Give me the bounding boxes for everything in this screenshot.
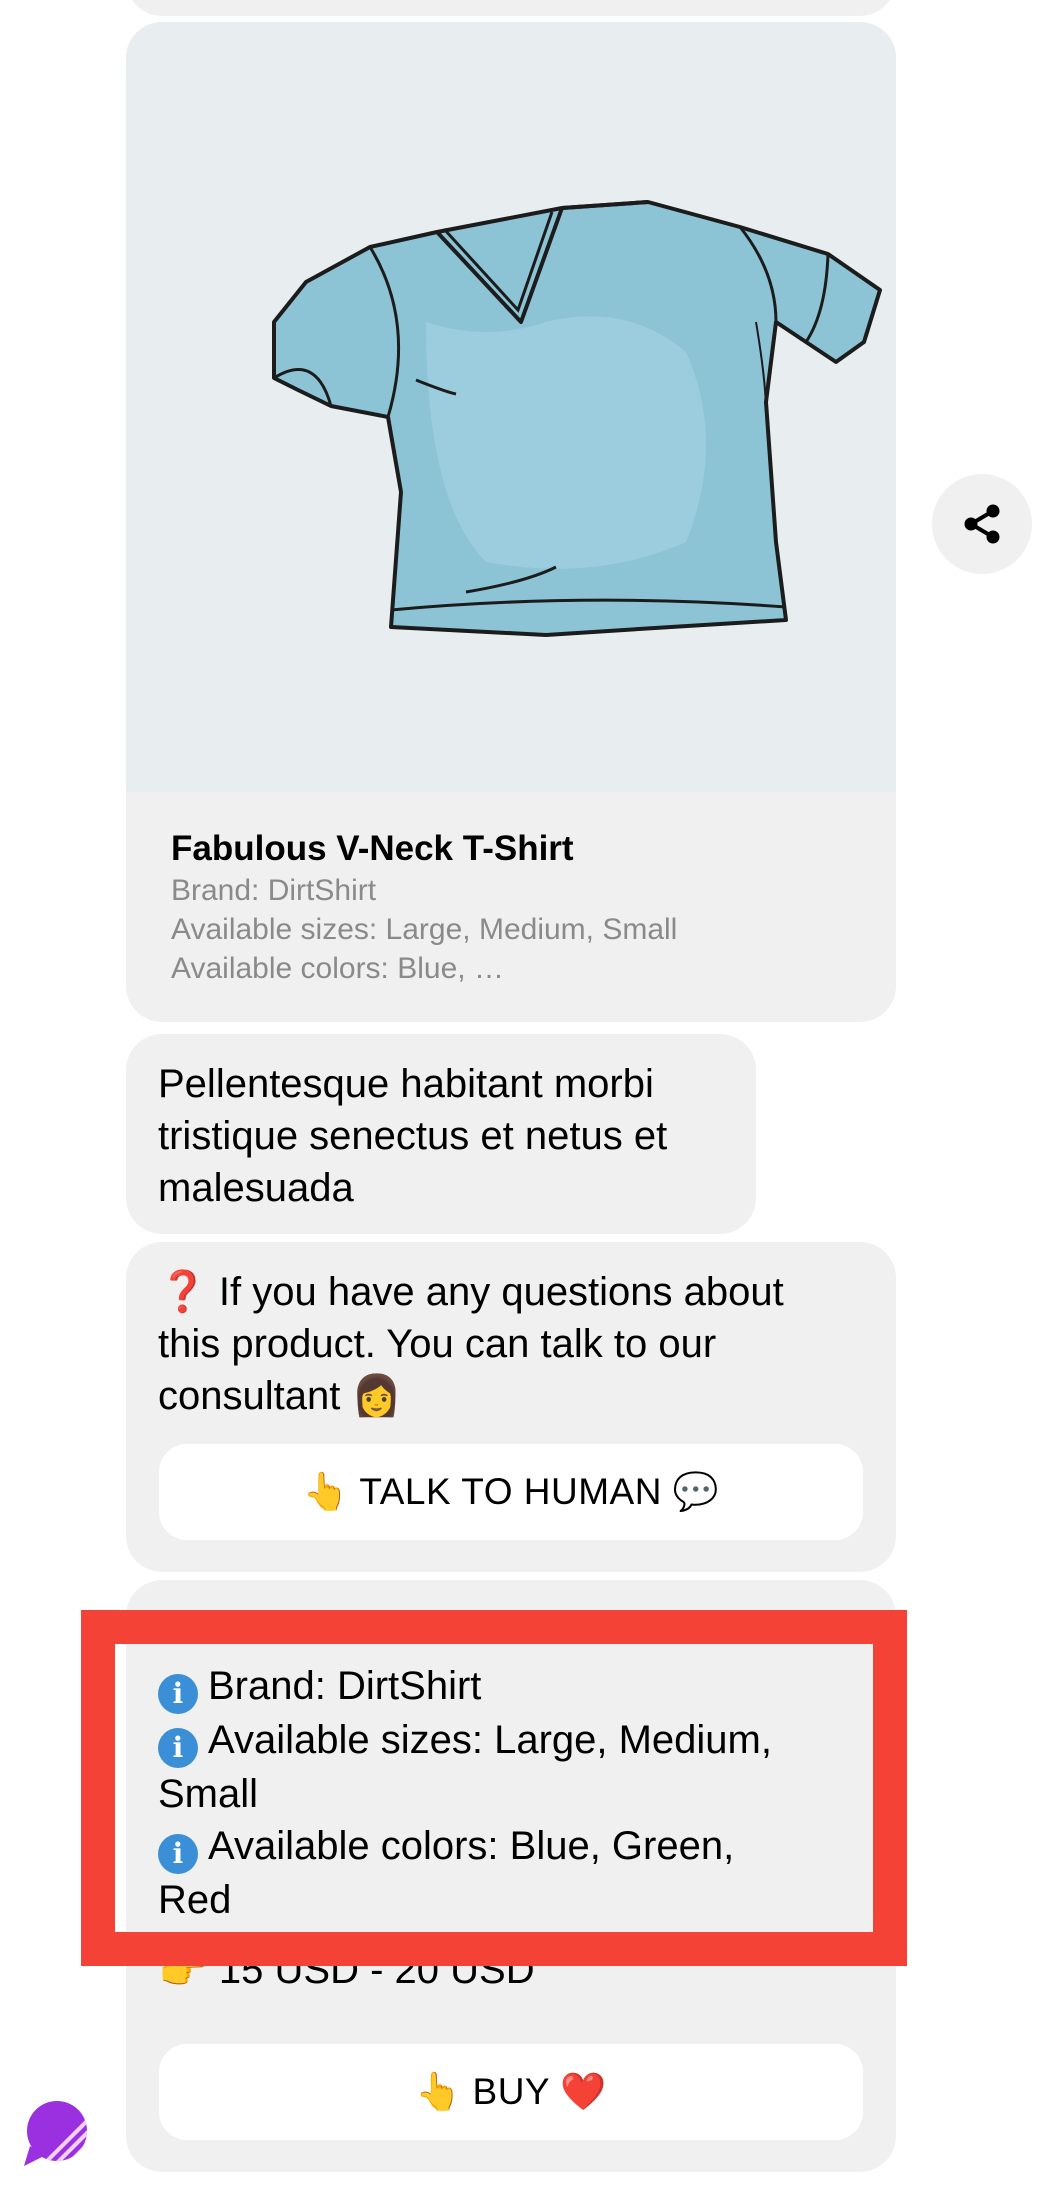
product-image[interactable] (126, 22, 896, 792)
product-title: Fabulous V-Neck T-Shirt (171, 829, 574, 868)
message-line: ❓ If you have any questions about (158, 1270, 784, 1314)
chat-screen: Fabulous V-Neck T-Shirt Brand: DirtShirt… (0, 0, 1056, 2208)
message-line: malesuada (158, 1166, 354, 1210)
product-sizes: Available sizes: Large, Medium, Small (171, 913, 678, 946)
text-message-bubble: Pellentesque habitant morbi tristique se… (126, 1034, 756, 1234)
highlight-box (81, 1610, 907, 1966)
product-brand: Brand: DirtShirt (171, 874, 377, 907)
product-card[interactable]: Fabulous V-Neck T-Shirt Brand: DirtShirt… (126, 22, 896, 1022)
buy-button[interactable]: 👆 BUY ❤️ (159, 2044, 863, 2140)
question-message-bubble: ❓ If you have any questions about this p… (126, 1242, 896, 1572)
tshirt-illustration (272, 200, 882, 637)
product-colors: Available colors: Blue, … (171, 952, 504, 985)
message-line: this product. You can talk to our (158, 1322, 717, 1366)
share-button[interactable] (932, 474, 1032, 574)
message-line: Pellentesque habitant morbi (158, 1062, 654, 1106)
share-icon (964, 504, 1000, 544)
talk-to-human-button[interactable]: 👆 TALK TO HUMAN 💬 (159, 1444, 863, 1540)
product-card-info: Fabulous V-Neck T-Shirt Brand: DirtShirt… (171, 827, 856, 988)
message-line: tristique senectus et netus et (158, 1114, 668, 1158)
message-line: consultant 👩 (158, 1374, 402, 1418)
bot-avatar-icon[interactable] (22, 2098, 92, 2168)
previous-message-bubble (126, 0, 896, 16)
